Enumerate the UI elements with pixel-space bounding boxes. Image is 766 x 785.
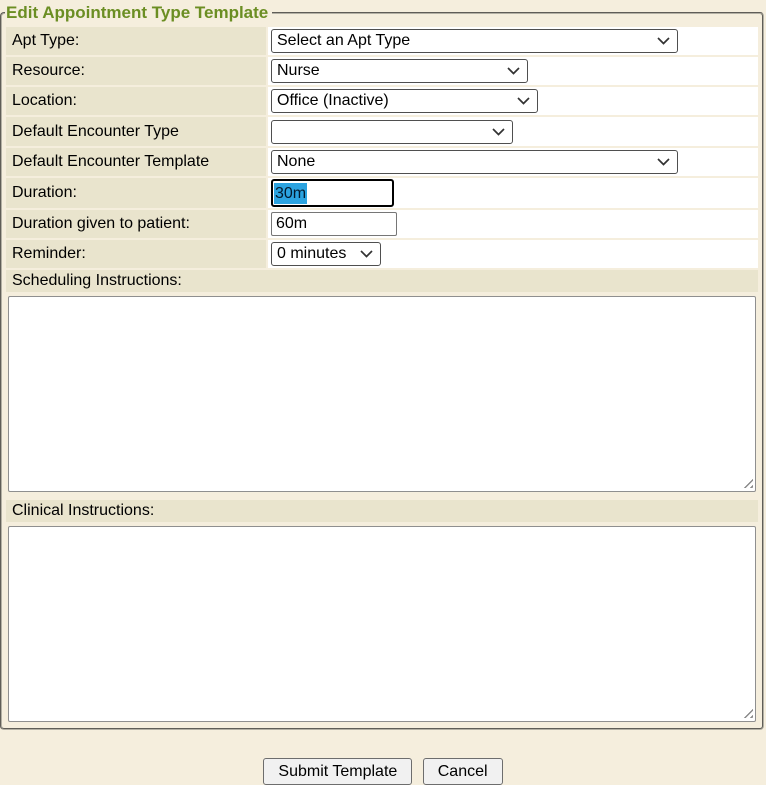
table-row xyxy=(6,524,758,722)
chevron-down-icon xyxy=(517,97,530,105)
table-row: Duration: 30m xyxy=(6,178,758,208)
table-row xyxy=(6,294,758,498)
apt-type-label: Apt Type: xyxy=(6,27,266,55)
chevron-down-icon xyxy=(507,67,520,75)
duration-label: Duration: xyxy=(6,178,266,208)
table-row: Duration given to patient: xyxy=(6,210,758,238)
scheduling-instructions-textarea[interactable] xyxy=(8,296,756,492)
location-selected-value: Office (Inactive) xyxy=(277,92,389,110)
table-row: Default Encounter Template None xyxy=(6,148,758,176)
submit-template-button[interactable]: Submit Template xyxy=(263,758,412,785)
chevron-down-icon xyxy=(657,158,670,166)
table-row: Resource: Nurse xyxy=(6,57,758,85)
table-row: Scheduling Instructions: xyxy=(6,270,758,292)
table-row: Clinical Instructions: xyxy=(6,500,758,522)
table-row: Reminder: 0 minutes xyxy=(6,240,758,268)
reminder-selected-value: 0 minutes xyxy=(277,245,346,263)
reminder-select[interactable]: 0 minutes xyxy=(271,242,381,266)
edit-appointment-type-template-form: Edit Appointment Type Template Apt Type:… xyxy=(0,3,764,730)
chevron-down-icon xyxy=(492,128,505,136)
form-table: Apt Type: Select an Apt Type Resource: N… xyxy=(4,25,760,724)
clinical-instructions-textarea[interactable] xyxy=(8,526,756,722)
default-encounter-type-select[interactable] xyxy=(271,120,513,144)
table-row: Location: Office (Inactive) xyxy=(6,87,758,115)
resource-selected-value: Nurse xyxy=(277,62,320,80)
location-label: Location: xyxy=(6,87,266,115)
default-encounter-template-selected-value: None xyxy=(277,153,315,171)
duration-given-to-patient-label: Duration given to patient: xyxy=(6,210,266,238)
scheduling-instructions-label: Scheduling Instructions: xyxy=(6,270,758,292)
resource-label: Resource: xyxy=(6,57,266,85)
default-encounter-type-label: Default Encounter Type xyxy=(6,117,266,146)
duration-given-to-patient-input[interactable] xyxy=(271,212,397,236)
duration-selected-text: 30m xyxy=(274,183,307,204)
cancel-button[interactable]: Cancel xyxy=(423,758,503,785)
form-title: Edit Appointment Type Template xyxy=(5,3,272,23)
default-encounter-template-select[interactable]: None xyxy=(271,150,678,174)
resource-select[interactable]: Nurse xyxy=(271,59,528,83)
apt-type-select[interactable]: Select an Apt Type xyxy=(271,29,678,53)
table-row: Default Encounter Type xyxy=(6,117,758,146)
chevron-down-icon xyxy=(657,37,670,45)
table-row: Apt Type: Select an Apt Type xyxy=(6,27,758,55)
form-actions: Submit Template Cancel xyxy=(0,758,766,785)
clinical-instructions-label: Clinical Instructions: xyxy=(6,500,758,522)
location-select[interactable]: Office (Inactive) xyxy=(271,89,538,113)
duration-input[interactable]: 30m xyxy=(271,179,394,207)
reminder-label: Reminder: xyxy=(6,240,266,268)
apt-type-selected-value: Select an Apt Type xyxy=(277,32,410,50)
default-encounter-template-label: Default Encounter Template xyxy=(6,148,266,176)
chevron-down-icon xyxy=(360,250,373,258)
